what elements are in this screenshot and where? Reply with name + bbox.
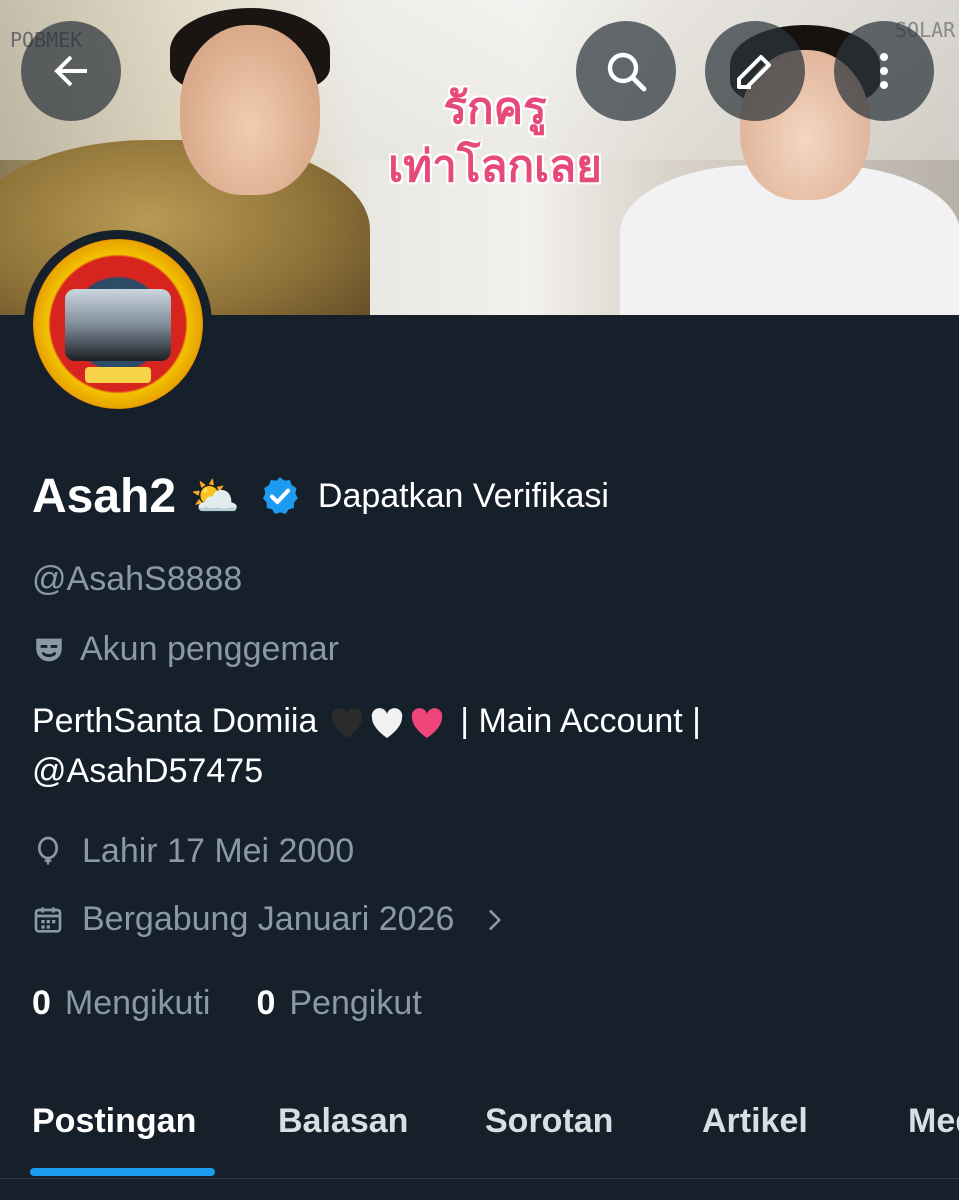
avatar-photo [65,289,171,361]
banner-title-art: รักครู เท่าโลกเลย [380,80,610,220]
followers-label: Pengikut [289,984,422,1022]
tab-media[interactable]: Media [908,1102,959,1141]
account-category: Akun penggemar [32,630,339,669]
followers-stat[interactable]: 0 Pengikut [256,984,421,1023]
balloon-icon [38,836,58,865]
edit-button[interactable] [705,21,805,121]
tabs-divider [0,1178,959,1179]
joined-date: Bergabung Januari 2026 [82,900,455,938]
avatar-logo [85,367,151,383]
active-tab-indicator [30,1168,215,1176]
follow-stats: 0 Mengikuti 0 Pengikut [32,984,468,1023]
user-handle: @AsahS8888 [32,560,243,598]
tab-articles[interactable]: Artikel [702,1102,808,1141]
banner-title-line1: รักครู [443,83,547,134]
pencil-icon [737,55,771,89]
search-icon [607,52,647,92]
following-stat[interactable]: 0 Mengikuti [32,984,210,1023]
more-button[interactable] [834,21,934,121]
banner-person-left-face [180,25,320,195]
get-verified-link[interactable]: Dapatkan Verifikasi [318,477,609,516]
banner-title-line2: เท่าโลกเลย [388,141,602,192]
joined-date-row[interactable]: Bergabung Januari 2026 [32,900,508,939]
verified-badge-icon[interactable] [258,474,302,518]
birth-date-row: Lahir 17 Mei 2000 [32,832,354,871]
more-vertical-icon [880,53,888,89]
name-row: Asah2 ⛅ Dapatkan Verifikasi [32,466,609,526]
following-count: 0 [32,984,51,1022]
display-name: Asah2 [32,469,177,523]
pink-heart-icon [411,708,443,739]
weather-emoji: ⛅ [190,473,240,520]
black-heart-icon [331,708,363,739]
birth-date: Lahir 17 Mei 2000 [82,832,355,870]
back-button[interactable] [21,21,121,121]
bio-suffix: | Main Account | [460,702,701,740]
profile-avatar[interactable] [24,230,212,418]
chevron-right-icon [489,909,502,930]
account-category-label: Akun penggemar [80,630,339,668]
theater-mask-icon [36,638,62,661]
hearts-emoji [329,706,445,740]
bio-text: PerthSanta Domiia [32,702,318,740]
following-label: Mengikuti [64,984,211,1022]
tab-posts[interactable]: Postingan [32,1102,196,1141]
profile-tabs: Postingan Balasan Sorotan Artikel Media [0,1090,959,1180]
search-button[interactable] [576,21,676,121]
profile-bio: PerthSanta Domiia | Main Account | @Asah… [32,696,932,796]
calendar-icon [34,906,62,933]
bio-mention-link[interactable]: @AsahD57475 [32,752,263,790]
white-heart-icon [371,708,403,739]
avatar-image [33,239,203,409]
followers-count: 0 [256,984,276,1022]
arrow-left-icon [54,55,87,87]
tab-replies[interactable]: Balasan [278,1102,408,1141]
tab-highlights[interactable]: Sorotan [485,1102,613,1141]
